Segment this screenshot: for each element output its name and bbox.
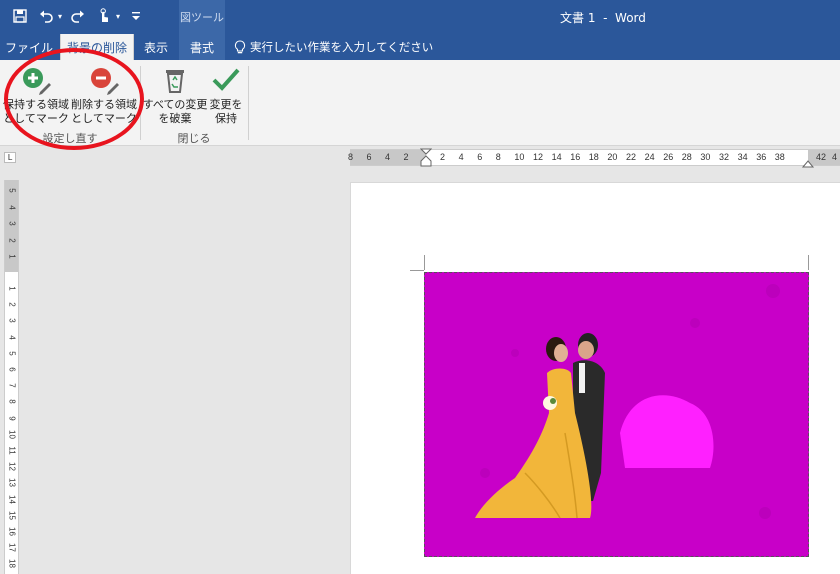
group-refine-label: 設定し直す [42, 132, 98, 145]
vertical-ruler[interactable]: 5 4 3 2 1 1 2 3 4 5 6 7 8 9 10 11 12 13 14 15 16 17 18 [4, 180, 19, 574]
horizontal-ruler[interactable]: 8 6 4 2 2 4 6 8 10 12 14 16 18 20 22 24 26 28 30 32 34 36 38 42… [348, 148, 840, 168]
ruler-number: 20 [607, 152, 618, 162]
mark-keep-label-2: としてマーク [3, 112, 69, 125]
ruler-number: 18 [7, 559, 17, 569]
ruler-number: 1 [7, 286, 17, 291]
ruler-number: 22 [626, 152, 637, 162]
ruler-number: 4 [832, 152, 838, 162]
ruler-number: 42 [816, 152, 827, 162]
touch-mode-icon[interactable] [94, 6, 114, 26]
keep-label-1: 変更を [209, 98, 243, 111]
ribbon-tabs: ファイル 背景の削除 表示 書式 実行したい作業を入力してください [0, 34, 840, 60]
ruler-number: 5 [7, 351, 17, 356]
tab-background-removal[interactable]: 背景の削除 [60, 34, 134, 60]
tab-format[interactable]: 書式 [179, 34, 225, 60]
discard-label-2: を破棄 [158, 112, 192, 125]
ruler-number: 5 [7, 188, 17, 193]
right-indent-marker-icon[interactable] [802, 158, 814, 168]
ruler-number: 8 [348, 152, 354, 162]
crop-mark [424, 255, 425, 270]
ruler-number: 28 [681, 152, 692, 162]
ruler-number: 7 [7, 383, 17, 388]
keep-changes-button[interactable]: 変更を 保持 [206, 64, 246, 126]
ruler-number: 18 [588, 152, 599, 162]
keep-label-2: 保持 [215, 112, 237, 125]
save-icon[interactable] [10, 6, 30, 26]
tab-file[interactable]: ファイル [0, 34, 58, 60]
mark-remove-label-2: としてマーク [71, 112, 137, 125]
minus-pencil-icon [88, 64, 120, 96]
ruler-number: 4 [385, 152, 391, 162]
ruler-number: 3 [7, 221, 17, 226]
mark-areas-to-keep-button[interactable]: 保持する領域 としてマーク [2, 64, 70, 126]
ruler-number: 8 [495, 152, 501, 162]
mark-keep-label-1: 保持する領域 [3, 98, 69, 111]
ribbon-panel: 保持する領域 としてマーク 削除する領域 としてマーク 設定し直す すべての変更… [0, 60, 840, 146]
ruler-number: 2 [403, 152, 409, 162]
ruler-number: 6 [7, 367, 17, 372]
tell-me-placeholder: 実行したい作業を入力してください [250, 40, 434, 54]
plus-pencil-icon [20, 64, 52, 96]
discard-all-changes-button[interactable]: すべての変更 を破棄 [142, 64, 208, 126]
ruler-number: 2 [7, 302, 17, 307]
recycle-bin-icon [159, 64, 191, 96]
ruler-number: 4 [458, 152, 464, 162]
ruler-number: 11 [7, 446, 17, 455]
mark-remove-label-1: 削除する領域 [71, 98, 137, 111]
ruler-number: 1 [7, 254, 17, 259]
ruler-number: 8 [7, 399, 17, 405]
tab-view[interactable]: 表示 [136, 34, 176, 60]
touch-dropdown-icon[interactable]: ▾ [116, 12, 120, 21]
ruler-number: 6 [366, 152, 372, 162]
ruler-number: 34 [737, 152, 748, 162]
ruler-number: 15 [7, 510, 17, 520]
ruler-number: 36 [756, 152, 767, 162]
undo-icon[interactable] [36, 6, 56, 26]
ruler-number: 13 [7, 478, 17, 488]
ruler-number: 2 [7, 237, 17, 243]
checkmark-icon [210, 64, 242, 96]
ruler-number: 14 [7, 494, 17, 504]
tell-me-search[interactable]: 実行したい作業を入力してください [234, 34, 433, 60]
crop-mark [808, 255, 809, 270]
ruler-number: 3 [7, 318, 17, 324]
discard-label-1: すべての変更 [142, 98, 208, 111]
ruler-number: 10 [514, 152, 525, 162]
ruler-number: 30 [700, 152, 711, 162]
ruler-number: 24 [644, 152, 655, 162]
group-close-label: 閉じる [177, 132, 211, 145]
lightbulb-icon [234, 40, 246, 54]
ruler-number: 16 [7, 527, 17, 536]
quick-access-toolbar: ▾ ▾ [10, 6, 146, 26]
ruler-number: 12 [533, 152, 544, 162]
title-bar: ▾ ▾ 図ツール 文書 1 - Word [0, 0, 840, 34]
ruler-number: 32 [719, 152, 730, 162]
document-title: 文書 1 - Word [560, 11, 646, 25]
ruler-number: 17 [7, 543, 17, 553]
mark-areas-to-remove-button[interactable]: 削除する領域 としてマーク [70, 64, 138, 126]
couple-photo [425, 273, 808, 556]
redo-icon[interactable] [68, 6, 88, 26]
ruler-number: 6 [477, 152, 483, 162]
group-separator [140, 66, 141, 140]
crop-mark [410, 270, 424, 271]
ruler-number: 9 [7, 415, 17, 421]
picture-tools-header: 図ツール [179, 0, 225, 34]
ruler-corner: L [0, 147, 22, 167]
undo-dropdown-icon[interactable]: ▾ [58, 12, 62, 21]
ruler-number: 4 [7, 204, 17, 210]
ruler-number: 16 [570, 152, 581, 162]
ruler-number: 14 [551, 152, 562, 162]
ruler-number: 2 [440, 152, 446, 162]
indent-marker-icon[interactable] [420, 148, 432, 168]
tab-selector[interactable]: L [4, 152, 16, 163]
ruler-number: 38 [774, 152, 785, 162]
ruler-number: 12 [7, 462, 17, 472]
ruler-number: 4 [7, 334, 17, 340]
ruler-number: 26 [663, 152, 674, 162]
selected-picture[interactable] [424, 272, 809, 557]
group-separator [248, 66, 249, 140]
ruler-number: 10 [7, 429, 17, 439]
customize-qat-icon[interactable] [126, 6, 146, 26]
